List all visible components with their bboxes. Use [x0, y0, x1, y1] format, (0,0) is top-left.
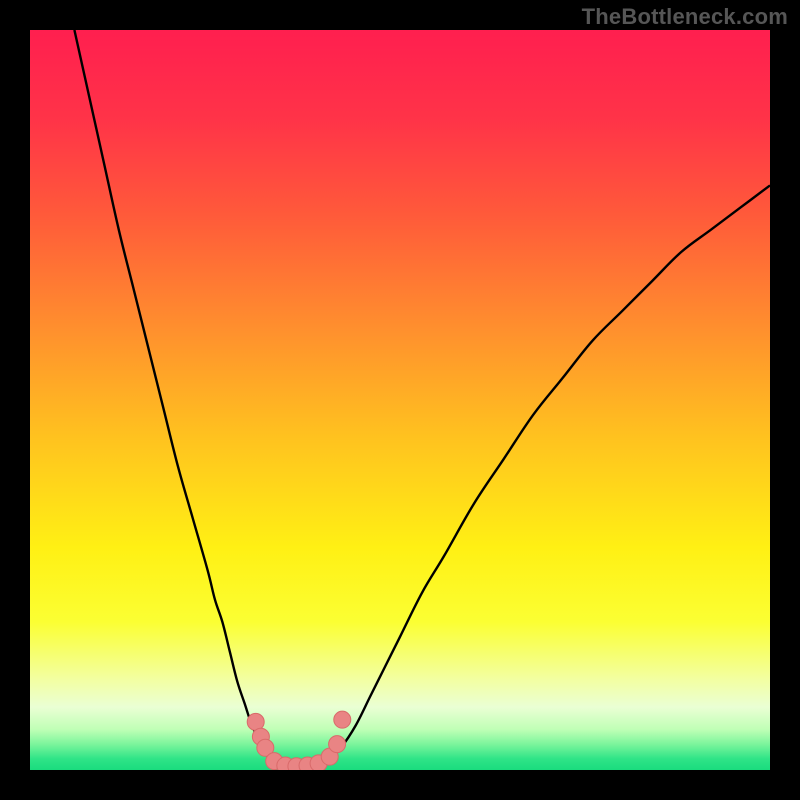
marker-dot — [329, 736, 346, 753]
attribution-text: TheBottleneck.com — [582, 4, 788, 30]
plot-area — [30, 30, 770, 770]
curve-left-branch — [74, 30, 274, 764]
marker-group — [247, 711, 351, 770]
curve-right-branch — [326, 185, 770, 762]
marker-dot — [334, 711, 351, 728]
curves-layer — [30, 30, 770, 770]
outer-frame: TheBottleneck.com — [0, 0, 800, 800]
